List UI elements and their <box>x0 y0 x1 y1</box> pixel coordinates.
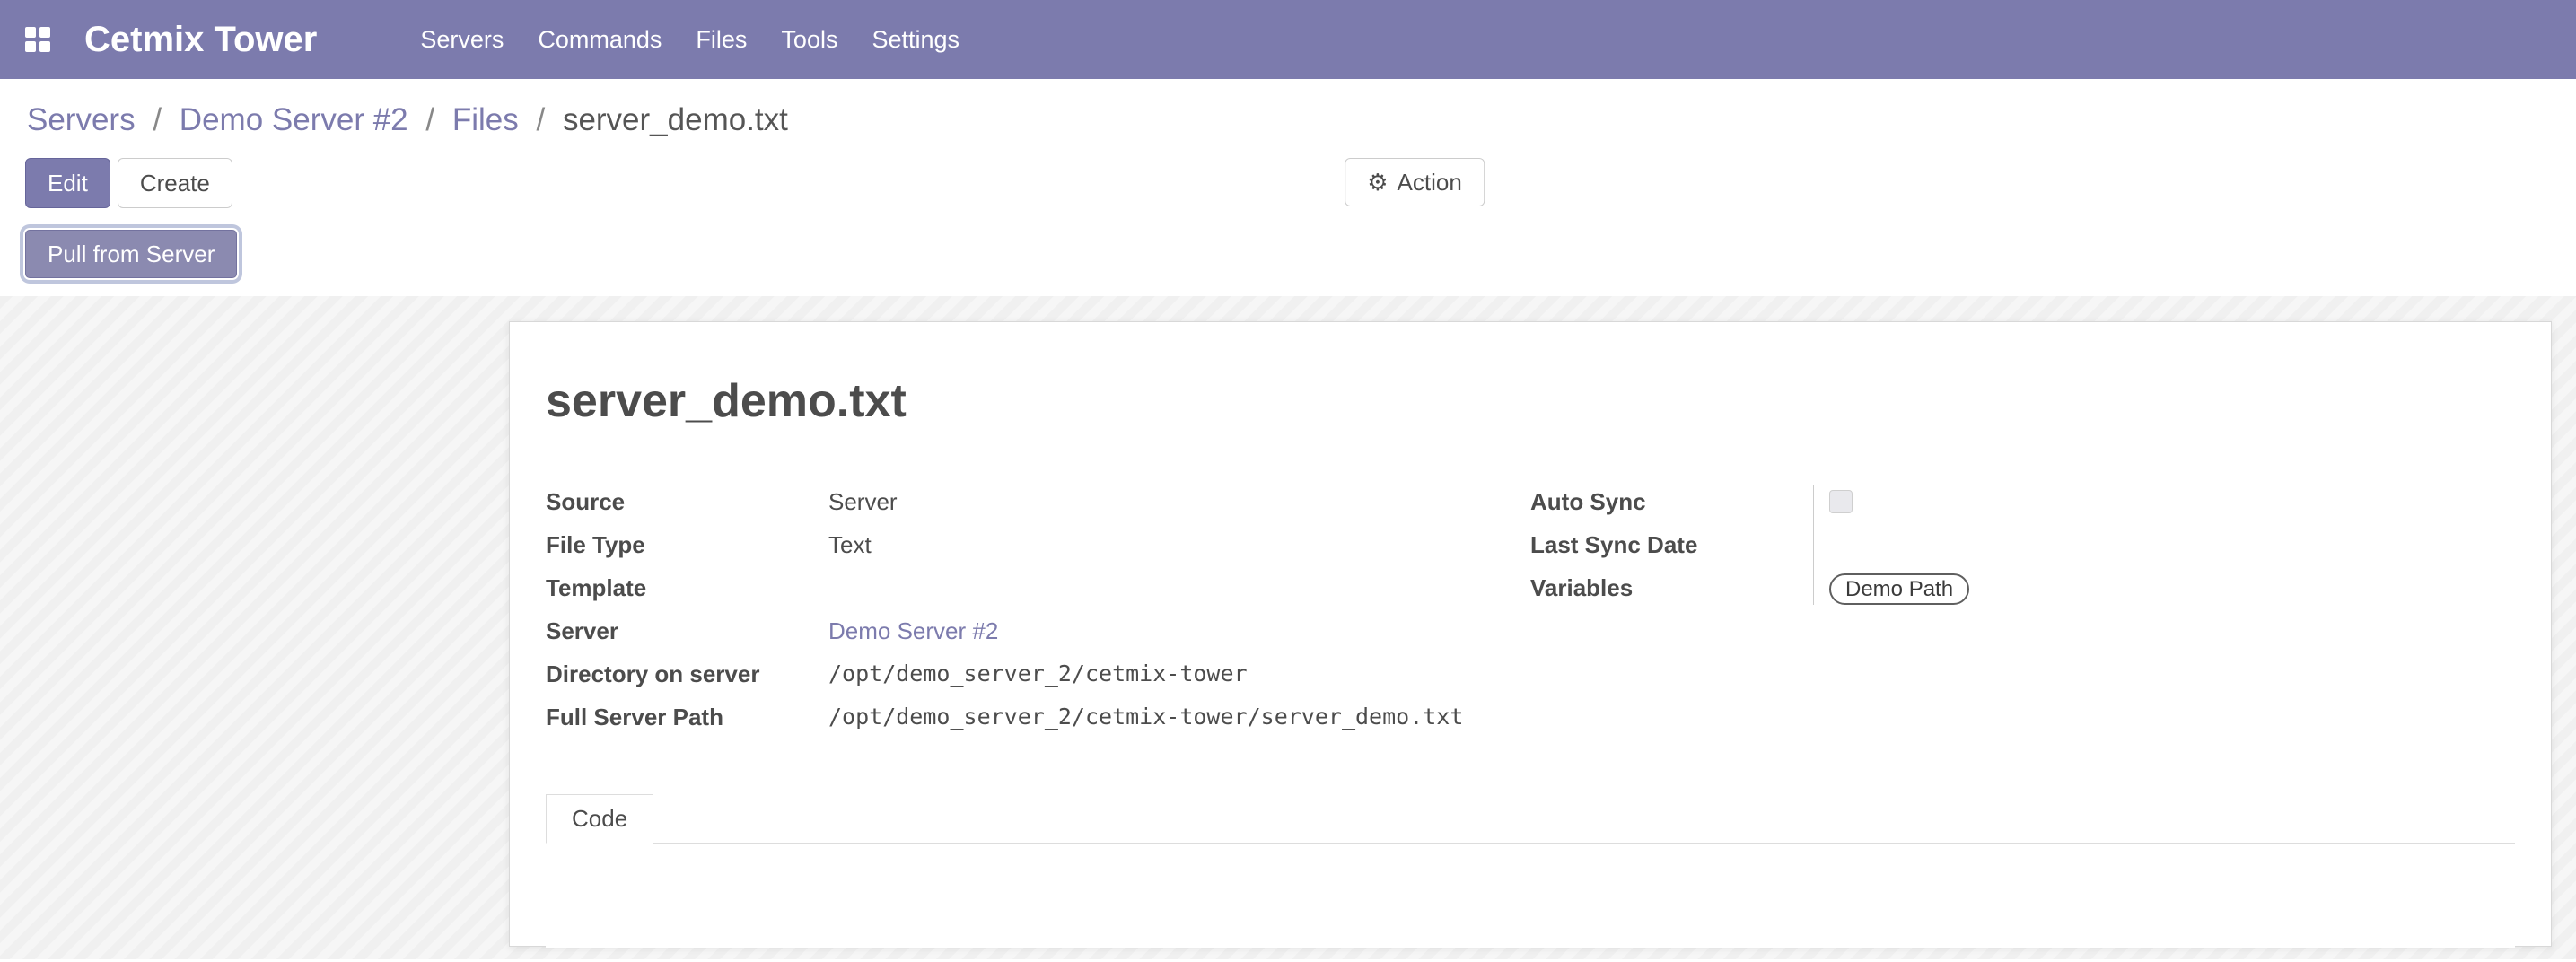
column-divider <box>1813 485 1814 605</box>
breadcrumb-item-servers[interactable]: Servers <box>27 102 136 137</box>
field-value-auto-sync <box>1813 485 2515 513</box>
tab-code[interactable]: Code <box>546 794 653 844</box>
field-label-full-path: Full Server Path <box>546 700 828 734</box>
field-row-last-sync-date: Last Sync Date <box>1530 523 2515 566</box>
top-navbar: Cetmix Tower Servers Commands Files Tool… <box>0 0 2576 79</box>
field-value-directory: /opt/demo_server_2/cetmix-tower <box>828 657 1530 691</box>
variable-tag-demo-path: Demo Path <box>1829 573 1969 605</box>
field-label-last-sync-date: Last Sync Date <box>1530 528 1813 562</box>
notebook-tabs: Code <box>546 794 2515 844</box>
field-label-server: Server <box>546 614 828 648</box>
field-value-variables: Demo Path <box>1813 571 2515 605</box>
field-value-source: Server <box>828 485 1530 519</box>
apps-grid-icon[interactable] <box>25 27 50 52</box>
field-row-directory: Directory on server /opt/demo_server_2/c… <box>546 652 1530 695</box>
breadcrumb-separator: / <box>527 102 554 137</box>
edit-button[interactable]: Edit <box>25 158 110 208</box>
create-button[interactable]: Create <box>118 158 232 208</box>
menu-item-settings[interactable]: Settings <box>854 0 977 79</box>
menu-item-commands[interactable]: Commands <box>521 0 679 79</box>
field-groups: Source Server File Type Text Template Se… <box>546 480 2515 739</box>
field-group-right: Auto Sync Last Sync Date Variables Demo … <box>1530 480 2515 739</box>
field-row-full-path: Full Server Path /opt/demo_server_2/cetm… <box>546 695 1530 739</box>
brand-title: Cetmix Tower <box>84 20 317 60</box>
field-label-file-type: File Type <box>546 528 828 562</box>
main-menu: Servers Commands Files Tools Settings <box>403 0 977 79</box>
breadcrumb-item-demo-server[interactable]: Demo Server #2 <box>180 102 408 137</box>
breadcrumb-item-files[interactable]: Files <box>452 102 519 137</box>
server-link[interactable]: Demo Server #2 <box>828 617 998 644</box>
field-row-variables: Variables Demo Path <box>1530 566 2515 609</box>
field-label-auto-sync: Auto Sync <box>1530 485 1813 519</box>
field-label-variables: Variables <box>1530 571 1813 605</box>
field-row-auto-sync: Auto Sync <box>1530 480 2515 523</box>
field-value-server: Demo Server #2 <box>828 614 1530 648</box>
control-panel: Edit Create ⚙ Action <box>0 140 2576 208</box>
field-group-left: Source Server File Type Text Template Se… <box>546 480 1530 739</box>
form-sheet: server_demo.txt Source Server File Type … <box>509 321 2552 947</box>
pull-from-server-button[interactable]: Pull from Server <box>25 230 237 278</box>
tab-code-content <box>546 844 2515 948</box>
menu-item-files[interactable]: Files <box>679 0 764 79</box>
breadcrumb-separator: / <box>144 102 171 137</box>
record-title: server_demo.txt <box>546 374 2515 428</box>
menu-item-tools[interactable]: Tools <box>764 0 854 79</box>
menu-item-servers[interactable]: Servers <box>403 0 521 79</box>
field-row-source: Source Server <box>546 480 1530 523</box>
gear-icon: ⚙ <box>1367 169 1388 196</box>
field-row-file-type: File Type Text <box>546 523 1530 566</box>
field-label-template: Template <box>546 571 828 605</box>
field-row-server: Server Demo Server #2 <box>546 609 1530 652</box>
breadcrumb-current: server_demo.txt <box>563 102 788 137</box>
action-dropdown-button[interactable]: ⚙ Action <box>1345 158 1485 206</box>
field-value-full-path: /opt/demo_server_2/cetmix-tower/server_d… <box>828 700 1530 734</box>
breadcrumb-separator: / <box>416 102 443 137</box>
field-value-file-type: Text <box>828 528 1530 562</box>
field-label-directory: Directory on server <box>546 657 828 691</box>
field-label-source: Source <box>546 485 828 519</box>
form-view-background: server_demo.txt Source Server File Type … <box>0 296 2576 959</box>
auto-sync-checkbox[interactable] <box>1829 490 1853 513</box>
breadcrumb: Servers / Demo Server #2 / Files / serve… <box>0 79 2576 140</box>
object-buttons-row: Pull from Server <box>0 208 2576 296</box>
action-button-label: Action <box>1398 169 1462 196</box>
field-row-template: Template <box>546 566 1530 609</box>
